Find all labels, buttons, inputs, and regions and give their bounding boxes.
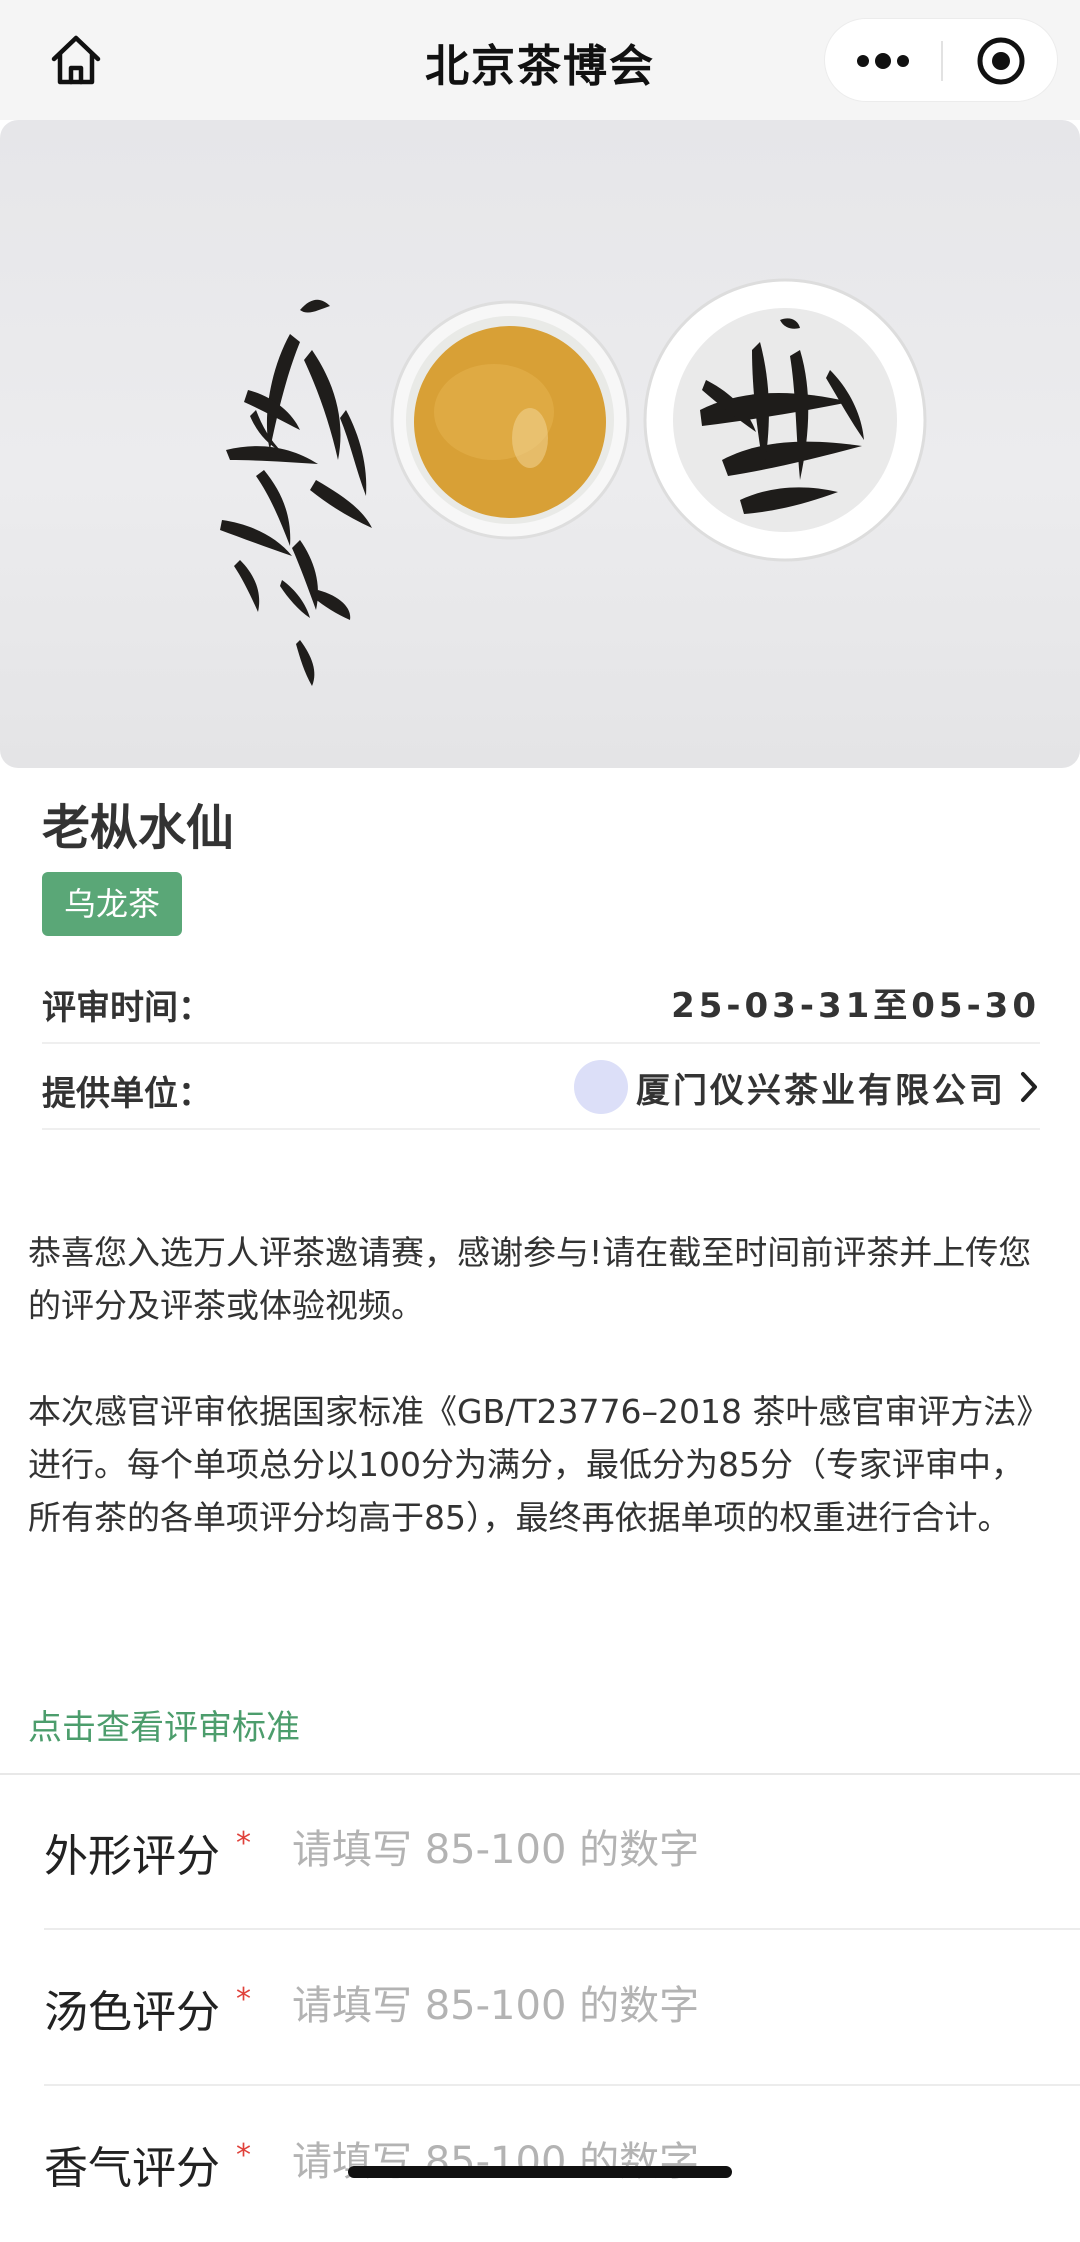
required-mark: * <box>236 1982 251 2017</box>
supplier-avatar <box>574 1060 628 1114</box>
supplier-link[interactable]: 厦门仪兴茶业有限公司 <box>574 1058 1040 1116</box>
field-label: 汤色评分 <box>44 1987 220 2038</box>
aroma-score-field: 香气评分 * <box>44 2088 1080 2242</box>
field-label: 外形评分 <box>44 1831 220 1882</box>
more-dots-icon[interactable] <box>825 19 941 103</box>
review-time-value: 25-03-31至05-30 <box>671 986 1040 1026</box>
review-time-row: 评审时间： 25-03-31至05-30 <box>42 958 1040 1044</box>
liquor-color-score-field: 汤色评分 * <box>44 1932 1080 2086</box>
field-label: 香气评分 <box>44 2143 220 2194</box>
mini-program-capsule <box>824 18 1058 102</box>
divider <box>0 1773 1080 1775</box>
appearance-score-field: 外形评分 * <box>44 1776 1080 1930</box>
aroma-score-input[interactable] <box>290 2124 1050 2200</box>
required-mark: * <box>236 1826 251 1861</box>
supplier-name: 厦门仪兴茶业有限公司 <box>636 1070 1006 1111</box>
invitation-text: 恭喜您入选万人评茶邀请赛，感谢参与!请在截至时间前评茶并上传您的评分及评茶或体验… <box>28 1233 1032 1325</box>
liquor-color-score-input[interactable] <box>290 1968 1050 2044</box>
home-indicator[interactable] <box>348 2166 732 2178</box>
chevron-right-icon <box>1018 1070 1040 1104</box>
category-tag: 乌龙茶 <box>42 872 183 936</box>
standard-text: 本次感官评审依据国家标准《GB/T23776–2018 茶叶感官审评方法》进行。… <box>28 1392 1050 1537</box>
navigation-bar: 北京茶博会 <box>0 0 1080 120</box>
view-criteria-link[interactable]: 点击查看评审标准 <box>28 1700 300 1749</box>
review-time-label: 评审时间： <box>42 988 212 1028</box>
target-icon[interactable] <box>943 19 1059 103</box>
appearance-score-input[interactable] <box>290 1812 1050 1888</box>
required-mark: * <box>236 2138 251 2173</box>
supplier-row[interactable]: 提供单位： 厦门仪兴茶业有限公司 <box>42 1044 1040 1130</box>
tea-leaves-photo <box>0 120 1080 768</box>
product-name: 老枞水仙 <box>42 800 235 856</box>
supplier-label: 提供单位： <box>42 1074 212 1114</box>
